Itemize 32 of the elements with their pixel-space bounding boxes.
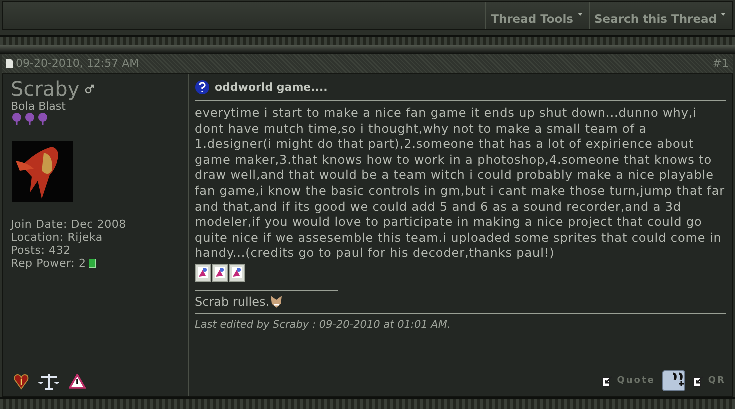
creature-icon bbox=[270, 294, 283, 309]
warning-icon[interactable] bbox=[69, 374, 86, 389]
menu-button[interactable]: Search this Thread bbox=[588, 2, 732, 29]
broken-image-icon bbox=[229, 264, 245, 282]
male-icon bbox=[84, 84, 94, 94]
user-detail: Rep Power: 2 bbox=[11, 257, 86, 270]
signature: Scrab rulles. bbox=[195, 294, 270, 309]
heart-icon[interactable] bbox=[14, 374, 29, 390]
menu-button[interactable]: Thread Tools bbox=[485, 2, 588, 29]
post-message: everytime i start to make a nice fan game it ends up shut down...dunno why,i dont have mutch time,so i thought,why not to make a small team of a 1.designer(i might do that part),2.someone that has a lot of expirience about game maker,3.that knows how to work in a photoshop,4.someone that knows to draw well,and that would be a team witch i could probably make a nice playable fan game,i know the basic controls in gm,but i cant make those turn,jump that far and that,and if its good we could add 5 and 6 as a sound recorder,and a 3d modeler,if you would love to participate in making a nice project that could go quite nice if we assesemble this team.i uploaded some sprites that could come in handy...(credits go to paul for his decoder,thanks paul!) bbox=[195, 106, 726, 262]
broken-image-icon bbox=[212, 264, 228, 282]
post-title: oddworld game.... bbox=[215, 81, 328, 94]
multiquote-button[interactable] bbox=[662, 370, 686, 392]
caret-icon bbox=[721, 13, 726, 16]
quote-button[interactable]: Quote bbox=[602, 376, 656, 386]
scales-icon[interactable] bbox=[38, 373, 60, 390]
avatar-drawing bbox=[12, 141, 73, 202]
broken-image-icon bbox=[195, 264, 211, 282]
reputation-icon bbox=[89, 259, 96, 268]
post-number[interactable]: #1 bbox=[712, 57, 729, 70]
question-icon bbox=[195, 80, 210, 95]
quick-reply-button[interactable]: QR bbox=[693, 376, 726, 386]
user-detail: Join Date: Dec 2008 bbox=[11, 218, 126, 231]
user-detail: Posts: 432 bbox=[11, 244, 71, 257]
username[interactable]: Scraby bbox=[11, 78, 80, 100]
user-title: Bola Blast bbox=[11, 100, 66, 113]
edit-note: Last edited by Scraby : 09-20-2010 at 01:01 AM. bbox=[195, 318, 452, 331]
post-date: 09-20-2010, 12:57 AM bbox=[16, 57, 140, 70]
caret-icon bbox=[578, 13, 582, 16]
document-icon bbox=[6, 59, 13, 68]
rank-icon bbox=[11, 113, 50, 125]
user-detail: Location: Rijeka bbox=[11, 231, 103, 244]
